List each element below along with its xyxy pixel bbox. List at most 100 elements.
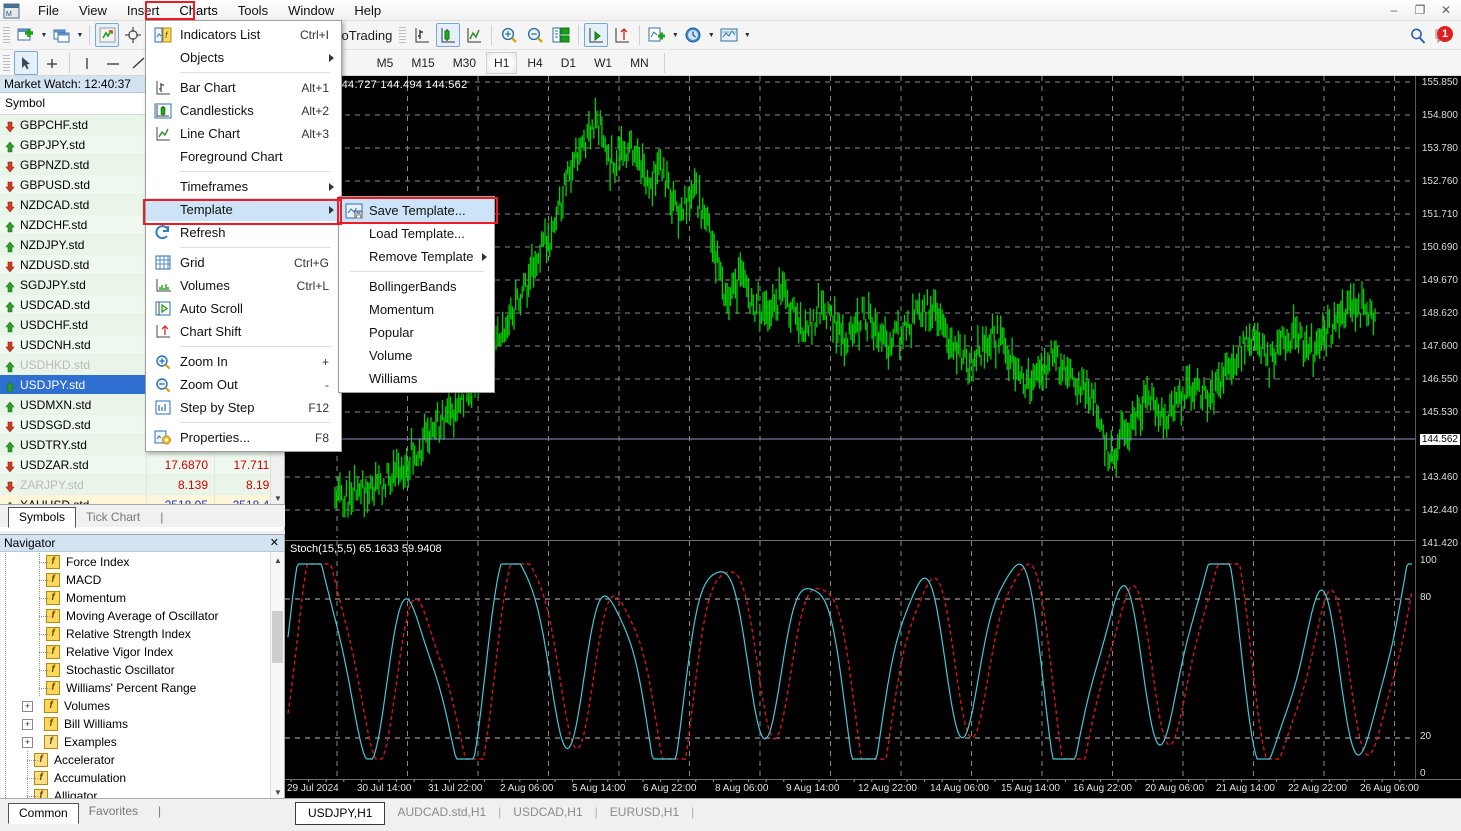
zoom-in-button[interactable] (497, 23, 521, 47)
menu-item-bar-chart[interactable]: Bar Chart Alt+1 (146, 76, 341, 99)
menu-item-bollingerbands[interactable]: BollingerBands (339, 275, 494, 298)
scrollbar-thumb[interactable] (272, 611, 283, 663)
crosshair-button[interactable] (121, 23, 145, 47)
market-watch-button[interactable] (95, 23, 119, 47)
navigator-item[interactable]: + f Volumes (0, 697, 271, 715)
menu-item-williams[interactable]: Williams (339, 367, 494, 390)
navigator-item[interactable]: + f Examples (0, 733, 271, 751)
vertical-line-icon[interactable] (75, 51, 99, 75)
new-order-button[interactable] (14, 23, 38, 47)
scroll-down-icon[interactable]: ▼ (271, 491, 285, 505)
candlestick-chart-button[interactable] (436, 23, 461, 47)
restore-button[interactable]: ❐ (1407, 0, 1433, 20)
chart-shift-button[interactable] (610, 23, 634, 47)
tab-favorites[interactable]: Favorites (79, 802, 148, 821)
line-chart-button[interactable] (462, 23, 486, 47)
navigator-item[interactable]: f Stochastic Oscillator (0, 661, 271, 679)
expand-icon[interactable]: + (22, 736, 33, 748)
drawing-toolbar-grip[interactable] (3, 52, 10, 73)
chart-tab-usdcad[interactable]: USDCAD,H1 (501, 802, 594, 823)
menu-tools[interactable]: Tools (228, 1, 278, 21)
period-button[interactable] (681, 23, 705, 47)
template-submenu[interactable]: Save Template... Load Template... Remove T… (338, 196, 495, 393)
scroll-down-icon[interactable]: ▼ (271, 785, 285, 799)
tab-common[interactable]: Common (8, 803, 79, 824)
horizontal-line-icon[interactable] (101, 51, 125, 75)
menu-item-remove-template[interactable]: Remove Template (339, 245, 494, 268)
timeframe-D1[interactable]: D1 (553, 52, 584, 74)
chart-tab-usdjpy[interactable]: USDJPY,H1 (295, 802, 386, 825)
timeframe-W1[interactable]: W1 (586, 52, 620, 74)
menu-item-objects[interactable]: Objects (146, 46, 341, 69)
auto-scroll-button[interactable] (584, 23, 609, 47)
timeframe-H4[interactable]: H4 (519, 52, 550, 74)
navigator-item[interactable]: f Force Index (0, 553, 271, 571)
chart-tab-eurusd[interactable]: EURUSD,H1 (598, 802, 691, 823)
bar-chart-button[interactable] (410, 23, 434, 47)
menu-item-foreground-chart[interactable]: Foreground Chart (146, 145, 341, 168)
navigator-item[interactable]: f Relative Vigor Index (0, 643, 271, 661)
expand-icon[interactable]: + (22, 700, 33, 712)
new-chart-dropdown-icon[interactable]: ▼ (75, 23, 85, 47)
cursor-icon[interactable] (14, 50, 38, 75)
navigator-item[interactable]: f Relative Strength Index (0, 625, 271, 643)
indicators-button[interactable] (645, 23, 669, 47)
stochastic-pane[interactable]: Stoch(15,5,5) 65.1633 59.9408 (285, 540, 1415, 779)
menu-view[interactable]: View (69, 1, 117, 21)
menu-item-zoom-in[interactable]: Zoom In + (146, 350, 341, 373)
menu-item-candlesticks[interactable]: Candlesticks Alt+2 (146, 99, 341, 122)
timeframe-M30[interactable]: M30 (445, 52, 484, 74)
menu-window[interactable]: Window (278, 1, 344, 21)
menu-insert[interactable]: Insert (117, 1, 170, 21)
navigator-item[interactable]: f Accumulation (0, 769, 271, 787)
menu-item-momentum[interactable]: Momentum (339, 298, 494, 321)
menu-item-save-template[interactable]: Save Template... (339, 199, 494, 222)
chart-tab-audcad[interactable]: AUDCAD.std,H1 (385, 802, 498, 823)
zoom-out-button[interactable] (523, 23, 547, 47)
alerts-icon[interactable]: 1 (1432, 24, 1456, 48)
menu-help[interactable]: Help (344, 1, 391, 21)
search-icon[interactable] (1406, 24, 1430, 48)
timeframe-M15[interactable]: M15 (403, 52, 442, 74)
indicators-dropdown-icon[interactable]: ▼ (670, 23, 680, 47)
crosshair-icon[interactable] (40, 51, 64, 75)
templates-dropdown-icon[interactable]: ▼ (742, 23, 752, 47)
menu-item-step-by-step[interactable]: Step by Step F12 (146, 396, 341, 419)
new-order-dropdown-icon[interactable]: ▼ (39, 23, 49, 47)
tile-windows-button[interactable] (549, 23, 573, 47)
price-axis[interactable]: 155.850 154.800 153.780 152.760 151.710 150.6… (1415, 76, 1461, 798)
charts-dropdown-menu[interactable]: f Indicators List Ctrl+I Objects Bar Chart Al… (145, 20, 342, 452)
toolbar-grip-2[interactable] (399, 25, 407, 45)
menu-item-volumes[interactable]: Volumes Ctrl+L (146, 274, 341, 297)
chart-area[interactable]: 144.679 144.727 144.494 144.562 Stoch(15… (285, 76, 1461, 798)
menu-item-chart-shift[interactable]: Chart Shift (146, 320, 341, 343)
navigator-item[interactable]: f Williams' Percent Range (0, 679, 271, 697)
expand-icon[interactable]: + (22, 718, 33, 730)
scroll-up-icon[interactable]: ▲ (271, 553, 285, 567)
menu-item-grid[interactable]: Grid Ctrl+G (146, 251, 341, 274)
menu-item-zoom-out[interactable]: Zoom Out - (146, 373, 341, 396)
close-button[interactable]: ✕ (1433, 0, 1459, 20)
timeframe-MN[interactable]: MN (622, 52, 657, 74)
menu-item-template[interactable]: Template (146, 198, 341, 221)
market-watch-row[interactable]: ZARJPY.std 8.139 8.196 (0, 475, 284, 495)
period-dropdown-icon[interactable]: ▼ (706, 23, 716, 47)
menu-item-properties[interactable]: Properties... F8 (146, 426, 341, 449)
menu-item-load-template[interactable]: Load Template... (339, 222, 494, 245)
navigator-item[interactable]: f Accelerator (0, 751, 271, 769)
tab-symbols[interactable]: Symbols (8, 507, 77, 528)
column-symbol[interactable]: Symbol (0, 93, 147, 114)
menu-item-indicators-list[interactable]: f Indicators List Ctrl+I (146, 23, 341, 46)
navigator-item[interactable]: f MACD (0, 571, 271, 589)
toolbar-grip[interactable] (3, 25, 10, 45)
navigator-scrollbar[interactable]: ▲ ▼ (270, 553, 284, 799)
menu-charts[interactable]: Charts (169, 1, 227, 21)
menu-item-volume[interactable]: Volume (339, 344, 494, 367)
menu-item-auto-scroll[interactable]: Auto Scroll (146, 297, 341, 320)
navigator-item[interactable]: f Momentum (0, 589, 271, 607)
menu-item-timeframes[interactable]: Timeframes (146, 175, 341, 198)
menu-item-popular[interactable]: Popular (339, 321, 494, 344)
market-watch-row[interactable]: USDZAR.std 17.6870 17.7115 (0, 455, 284, 475)
close-icon[interactable]: ✕ (270, 536, 279, 549)
minimize-button[interactable]: ‒ (1381, 0, 1407, 20)
